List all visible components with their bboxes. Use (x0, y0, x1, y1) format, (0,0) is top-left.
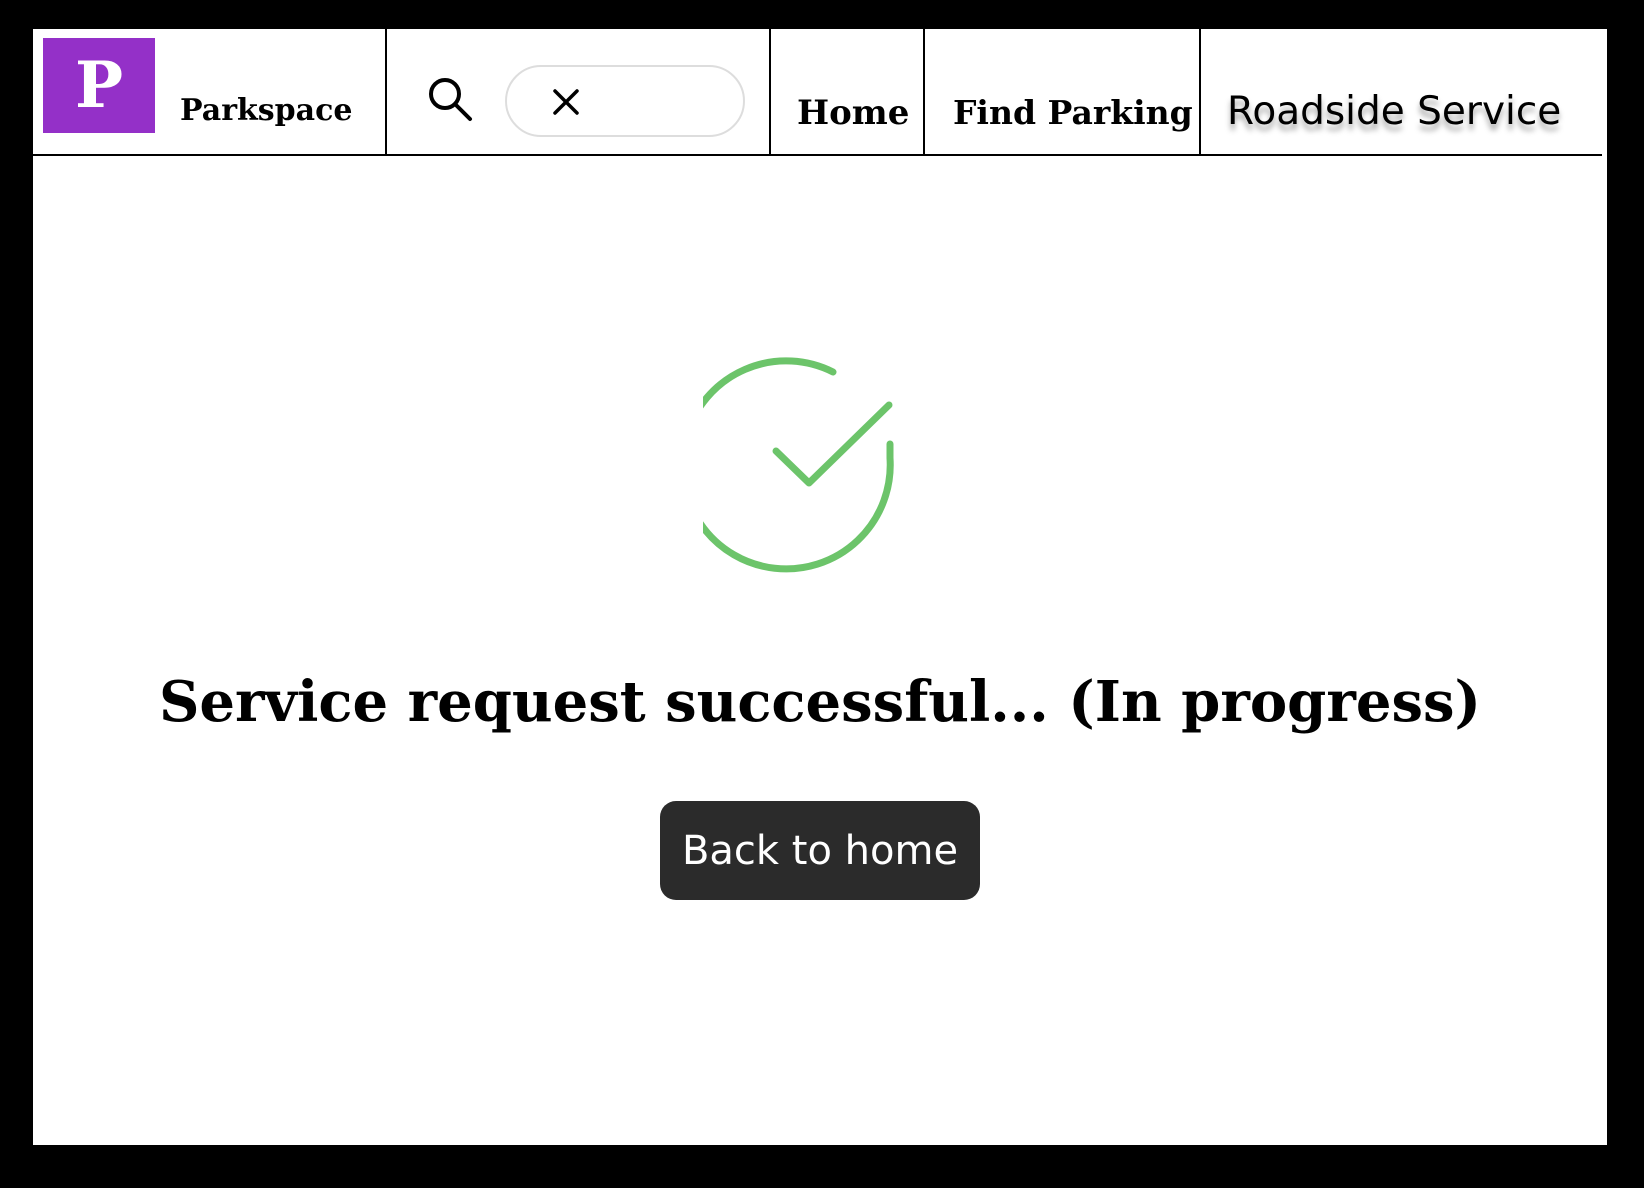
close-icon[interactable] (551, 87, 581, 117)
app-window: P Parkspace Home Find Parking Roadside S… (33, 29, 1607, 1145)
brand[interactable]: P Parkspace (33, 29, 387, 154)
back-to-home-button[interactable]: Back to home (660, 801, 980, 900)
nav-home-label: Home (797, 93, 910, 133)
search-input[interactable] (505, 65, 745, 137)
check-circle-icon (703, 357, 894, 573)
logo-letter: P (74, 47, 124, 123)
search-area (387, 29, 771, 154)
search-icon[interactable] (426, 75, 476, 125)
nav-find-parking-label: Find Parking (953, 93, 1193, 132)
top-navigation-bar: P Parkspace Home Find Parking Roadside S… (33, 29, 1602, 156)
success-message: Service request successful... (In progre… (158, 669, 1482, 735)
nav-item-find-parking[interactable]: Find Parking (925, 29, 1201, 154)
nav-roadside-service-label: Roadside Service (1227, 89, 1562, 134)
brand-name: Parkspace (180, 93, 353, 128)
nav-item-home[interactable]: Home (771, 29, 925, 154)
nav-item-roadside-service[interactable]: Roadside Service (1201, 29, 1602, 154)
parkspace-logo[interactable]: P (43, 38, 155, 133)
